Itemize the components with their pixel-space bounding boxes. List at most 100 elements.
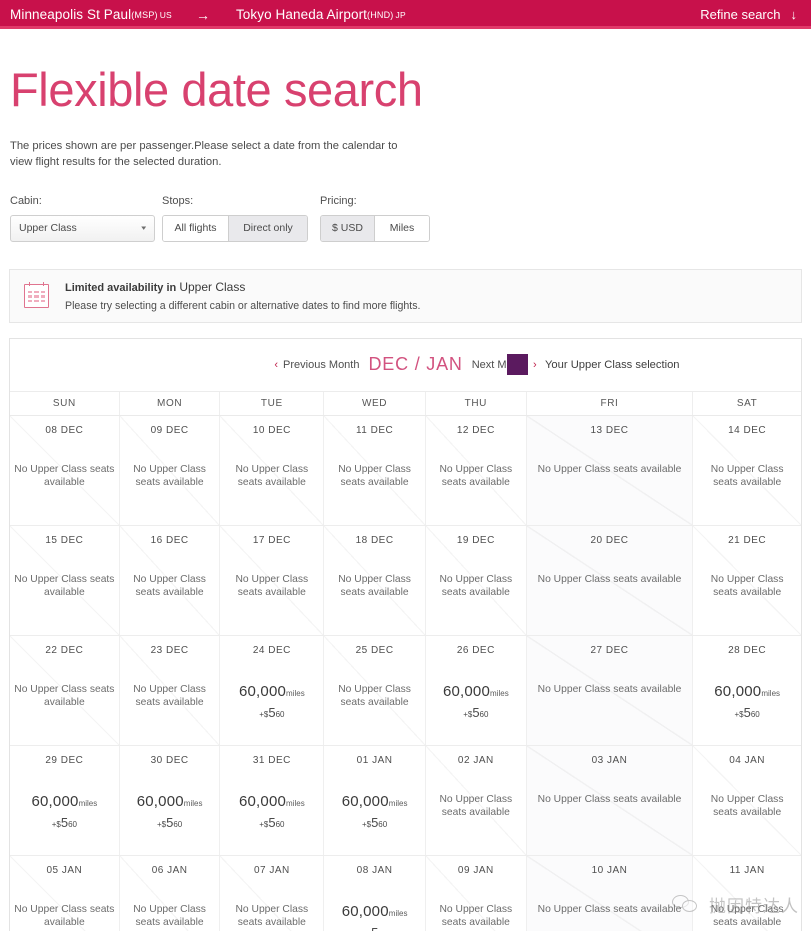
calendar-day-cell[interactable]: 23 DEC No Upper Class seats available <box>119 635 221 745</box>
calendar-day-no-availability: No Upper Class seats available <box>710 793 784 819</box>
calendar-day-body: 60,000miles +$560 <box>693 683 801 720</box>
legend-color-swatch <box>507 354 528 376</box>
calendar-day-cell[interactable]: 10 JAN No Upper Class seats available <box>526 855 694 931</box>
stops-option-direct-only[interactable]: Direct only <box>229 215 307 241</box>
calendar-day-body: No Upper Class seats available <box>426 573 526 600</box>
calendar-day-cell[interactable]: 24 DEC 60,000miles +$560 <box>220 635 325 745</box>
calendar-day-body: No Upper Class seats available <box>527 573 693 587</box>
tax-currency: +$ <box>156 819 167 829</box>
calendar-day-cell[interactable]: 02 JAN No Upper Class seats available <box>425 745 527 855</box>
calendar-day-date: 01 JAN <box>356 754 393 766</box>
calendar-day-cell[interactable]: 01 JAN 60,000miles +$560 <box>324 745 426 855</box>
calendar-weeks: 08 DEC No Upper Class seats available 09 D… <box>10 415 801 931</box>
calendar-day-cell[interactable]: 06 JAN No Upper Class seats available <box>119 855 221 931</box>
refine-search-label: Refine search <box>700 7 781 22</box>
calendar-day-cell[interactable]: 09 DEC No Upper Class seats available <box>119 415 221 525</box>
calendar-day-body: No Upper Class seats available <box>527 903 693 917</box>
pricing-segmented-control: $ USD Miles <box>320 214 430 242</box>
calendar-day-date: 22 DEC <box>45 644 84 656</box>
calendar-day-cell[interactable]: 14 DEC No Upper Class seats available <box>693 415 801 525</box>
calendar-day-cell[interactable]: 30 DEC 60,000miles +$560 <box>119 745 221 855</box>
calendar-day-cell[interactable]: 21 DEC No Upper Class seats available <box>693 525 801 635</box>
tax-currency: +$ <box>51 819 61 829</box>
route-arrow-icon: → <box>195 6 210 23</box>
calendar-day-cell[interactable]: 19 DEC No Upper Class seats available <box>425 525 527 635</box>
calendar-day-cell[interactable]: 09 JAN No Upper Class seats available <box>425 855 527 931</box>
miles-amount: 60,000 <box>714 682 762 700</box>
day-header-tue: TUE <box>220 391 325 415</box>
calendar-day-cell[interactable]: 07 JAN No Upper Class seats available <box>220 855 325 931</box>
calendar-day-body: No Upper Class seats available <box>693 793 801 820</box>
calendar-day-date: 09 DEC <box>150 424 189 436</box>
calendar-day-cell[interactable]: 15 DEC No Upper Class seats available <box>10 525 120 635</box>
calendar-day-no-availability: No Upper Class seats available <box>439 573 513 599</box>
calendar-day-date: 11 JAN <box>729 864 765 876</box>
calendar-day-miles: 60,000miles <box>328 793 421 810</box>
calendar-day-body: No Upper Class seats available <box>426 793 526 820</box>
chevron-down-icon: ↓ <box>790 7 798 22</box>
calendar-day-cell[interactable]: 25 DEC No Upper Class seats available <box>324 635 426 745</box>
pricing-option-miles[interactable]: Miles <box>375 215 429 241</box>
calendar-day-body: No Upper Class seats available <box>693 573 801 600</box>
origin-code: (MSP) <box>131 9 158 20</box>
calendar-day-date: 14 DEC <box>728 424 767 436</box>
calendar-day-cell[interactable]: 31 DEC 60,000miles +$560 <box>220 745 325 855</box>
alert-title-cabin: Upper Class <box>179 279 246 294</box>
calendar-week-row: 08 DEC No Upper Class seats available 09 D… <box>10 415 801 526</box>
calendar-day-cell[interactable]: 28 DEC 60,000miles +$560 <box>693 635 801 745</box>
refine-search-button[interactable]: Refine search ↓ <box>700 7 797 22</box>
calendar-day-cell[interactable]: 08 JAN 60,000miles +$560 <box>324 855 426 931</box>
calendar-day-cell[interactable]: 20 DEC No Upper Class seats available <box>526 525 694 635</box>
calendar-day-date: 13 DEC <box>590 424 629 436</box>
calendar-day-no-availability: No Upper Class seats available <box>710 573 784 599</box>
calendar-day-cell[interactable]: 03 JAN No Upper Class seats available <box>526 745 694 855</box>
calendar-day-cell[interactable]: 17 DEC No Upper Class seats available <box>220 525 325 635</box>
calendar-day-cell[interactable]: 11 DEC No Upper Class seats available <box>324 415 426 525</box>
calendar-day-tax: +$560 <box>430 705 522 720</box>
calendar-day-date: 23 DEC <box>150 644 189 656</box>
calendar-day-cell[interactable]: 13 DEC No Upper Class seats available <box>526 415 694 525</box>
calendar-day-date: 03 JAN <box>591 754 628 766</box>
calendar-week-row: 15 DEC No Upper Class seats available 16 D… <box>10 525 801 636</box>
miles-unit: miles <box>388 908 408 918</box>
calendar-day-cell[interactable]: 27 DEC No Upper Class seats available <box>526 635 694 745</box>
calendar-day-cell[interactable]: 29 DEC 60,000miles +$560 <box>10 745 120 855</box>
calendar-day-body: No Upper Class seats available <box>10 463 119 490</box>
calendar-day-no-availability: No Upper Class seats available <box>14 903 115 929</box>
calendar-day-no-availability: No Upper Class seats available <box>338 683 411 709</box>
calendar-day-no-availability: No Upper Class seats available <box>537 463 682 475</box>
calendar-day-cell[interactable]: 26 DEC 60,000miles +$560 <box>425 635 527 745</box>
cabin-select[interactable]: Upper Class ▾ <box>10 214 155 242</box>
cabin-control: Cabin: Upper Class ▾ <box>10 195 162 242</box>
limited-availability-alert: Limited availability in Upper Class Plea… <box>9 268 802 323</box>
tax-cents: 60 <box>750 709 760 719</box>
miles-amount: 60,000 <box>31 792 79 810</box>
destination-code: (HND) <box>367 9 394 20</box>
day-header-sat: SAT <box>736 397 758 409</box>
calendar-day-body: No Upper Class seats available <box>10 683 119 710</box>
calendar-day-cell[interactable]: 22 DEC No Upper Class seats available <box>10 635 120 745</box>
calendar-day-cell[interactable]: 05 JAN No Upper Class seats available <box>10 855 120 931</box>
calendar-day-body: No Upper Class seats available <box>220 903 323 930</box>
calendar-day-cell[interactable]: 10 DEC No Upper Class seats available <box>220 415 325 525</box>
calendar-day-cell[interactable]: 11 JAN No Upper Class seats available <box>693 855 801 931</box>
calendar-day-tax: +$560 <box>328 815 421 830</box>
stops-control: Stops: All flights Direct only <box>162 195 320 242</box>
calendar-day-date: 10 DEC <box>252 424 291 436</box>
miles-unit: miles <box>286 798 305 808</box>
stops-option-all-flights[interactable]: All flights <box>163 215 229 241</box>
calendar-day-cell[interactable]: 18 DEC No Upper Class seats available <box>324 525 426 635</box>
calendar-day-cell[interactable]: 04 JAN No Upper Class seats available <box>693 745 801 855</box>
calendar-day-body: No Upper Class seats available <box>527 793 693 807</box>
calendar-day-cell[interactable]: 16 DEC No Upper Class seats available <box>119 525 221 635</box>
search-summary-bar: Minneapolis St Paul (MSP) US → Tokyo Han… <box>0 0 811 29</box>
calendar-day-cell[interactable]: 08 DEC No Upper Class seats available <box>10 415 120 525</box>
calendar-day-no-availability: No Upper Class seats available <box>338 573 411 599</box>
calendar-day-date: 07 JAN <box>253 864 290 876</box>
tax-currency: +$ <box>463 709 473 719</box>
calendar-day-cell[interactable]: 12 DEC No Upper Class seats available <box>425 415 527 525</box>
pricing-option-usd[interactable]: $ USD <box>321 215 375 241</box>
previous-month-button[interactable]: ‹ Previous Month <box>274 359 359 371</box>
calendar-day-no-availability: No Upper Class seats available <box>235 573 309 599</box>
calendar-day-body: No Upper Class seats available <box>220 573 323 600</box>
